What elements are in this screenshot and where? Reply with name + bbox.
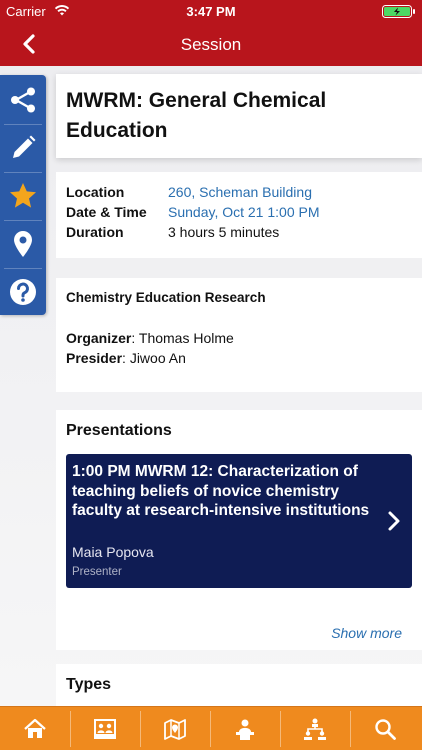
tab-divider [70,711,71,747]
battery-icon [382,5,416,18]
show-more-link[interactable]: Show more [331,625,402,641]
session-title-card: MWRM: General Chemical Education [56,74,422,158]
location-button[interactable] [0,221,46,267]
presider-value: : Jiwoo An [122,350,186,366]
exhibitors-icon [94,719,116,739]
tab-search[interactable] [362,707,408,750]
favorite-button[interactable] [0,173,46,219]
location-label: Location [66,184,125,200]
organizer-label: Organizer [66,330,132,346]
pencil-icon [13,135,36,158]
help-icon [10,279,36,305]
navigation-bar: Session [0,22,422,66]
organizer-value: : Thomas Holme [131,330,234,346]
location-link[interactable]: 260, Scheman Building [168,184,312,200]
tab-map[interactable] [152,707,198,750]
action-sidebar [0,75,46,315]
bottom-tab-bar [0,706,422,750]
datetime-label: Date & Time [66,204,147,220]
tab-organization[interactable] [292,707,338,750]
tab-divider [280,711,281,747]
session-category: Chemistry Education Research [66,290,266,305]
chevron-right-icon [388,511,400,531]
session-title: MWRM: General Chemical Education [66,89,327,142]
session-detail-scroll[interactable]: MWRM: General Chemical Education Locatio… [0,66,422,706]
duration-label: Duration [66,224,124,240]
tab-divider [210,711,211,747]
duration-value: 3 hours 5 minutes [168,224,280,240]
location-pin-icon [14,231,32,257]
status-bar: Carrier 3:47 PM [0,0,422,22]
help-button[interactable] [0,269,46,315]
presentations-card: Presentations 1:00 PM MWRM 12: Character… [56,410,422,650]
types-heading: Types [66,676,112,693]
presider-line: Presider: Jiwoo An [66,350,186,366]
clock-time: 3:47 PM [186,4,236,19]
presentations-heading: Presentations [66,422,172,439]
tab-speakers[interactable] [222,707,268,750]
home-icon [24,718,46,738]
map-icon [164,719,186,740]
session-info-card: Chemistry Education Research Organizer: … [56,278,422,392]
presentation-item[interactable]: 1:00 PM MWRM 12: Characterization of tea… [66,454,412,588]
tab-home[interactable] [12,707,58,750]
tab-divider [140,711,141,747]
organization-icon [304,718,326,740]
star-icon [10,183,36,208]
tab-exhibitors[interactable] [82,707,128,750]
share-icon [11,87,35,113]
share-button[interactable] [0,77,46,123]
presenter-name: Maia Popova [72,544,154,560]
datetime-link[interactable]: Sunday, Oct 21 1:00 PM [168,204,320,220]
presenter-role: Presenter [72,566,122,578]
speaker-icon [236,719,254,740]
session-details-card: Location 260, Scheman Building Date & Ti… [56,172,422,258]
search-icon [375,719,396,740]
note-button[interactable] [0,125,46,171]
page-title: Session [180,35,242,54]
organizer-line: Organizer: Thomas Holme [66,330,234,346]
tab-divider [350,711,351,747]
presider-label: Presider [66,350,123,366]
presentation-title: 1:00 PM MWRM 12: Characterization of tea… [72,463,370,519]
types-card: Types [56,664,422,706]
